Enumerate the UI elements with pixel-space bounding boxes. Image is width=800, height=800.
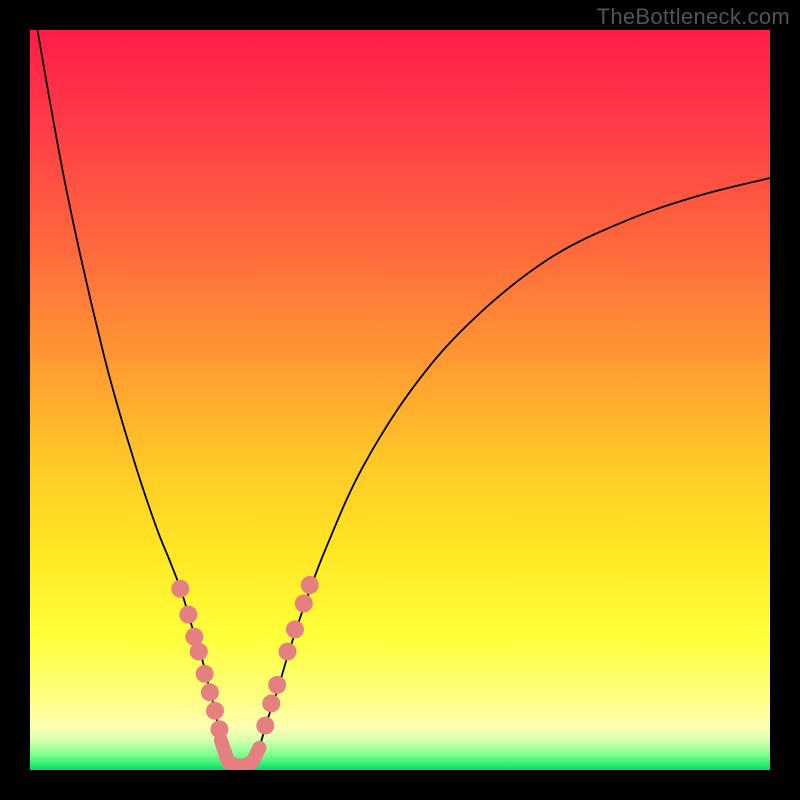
marker-dots bbox=[171, 576, 319, 738]
marker-dot bbox=[295, 595, 313, 613]
marker-dot bbox=[210, 720, 228, 738]
right-curve bbox=[252, 178, 770, 770]
marker-dot bbox=[190, 643, 208, 661]
marker-dot bbox=[301, 576, 319, 594]
marker-dot bbox=[268, 676, 286, 694]
marker-dot bbox=[262, 694, 280, 712]
marker-dot bbox=[279, 643, 297, 661]
marker-dot bbox=[179, 606, 197, 624]
watermark-text: TheBottleneck.com bbox=[597, 4, 790, 30]
chart-frame: TheBottleneck.com bbox=[0, 0, 800, 800]
curves-svg bbox=[30, 30, 770, 770]
marker-dot bbox=[206, 702, 224, 720]
marker-dot bbox=[286, 620, 304, 638]
marker-dot bbox=[196, 665, 214, 683]
marker-dot bbox=[256, 717, 274, 735]
plot-area bbox=[30, 30, 770, 770]
elbow-marker bbox=[221, 740, 259, 766]
marker-dot bbox=[171, 580, 189, 598]
marker-dot bbox=[201, 683, 219, 701]
